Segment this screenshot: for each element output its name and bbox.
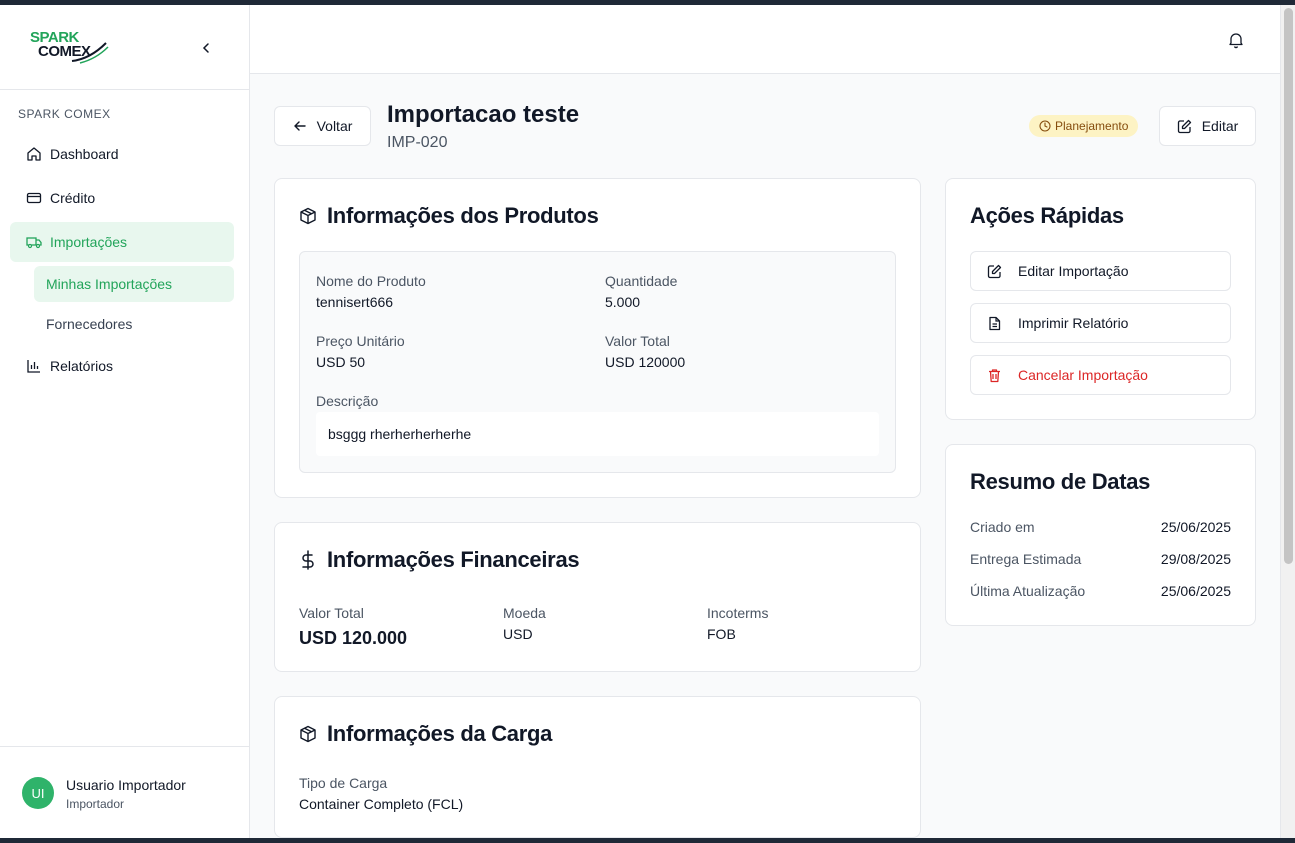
cancel-import-label: Cancelar Importação — [1018, 367, 1148, 383]
product-name-value: tennisert666 — [316, 294, 394, 310]
truck-icon — [26, 237, 42, 249]
app-window: SPARK COMEX SPARK COMEX Dashboard Crédit… — [0, 5, 1295, 838]
bar-chart-icon — [27, 360, 40, 373]
cargo-title-text: Informações da Carga — [327, 721, 553, 746]
finance-total-value: USD 120.000 — [299, 628, 408, 648]
scroll-thumb[interactable] — [1284, 8, 1293, 564]
sidebar-item-credito[interactable]: Crédito — [10, 178, 234, 218]
products-title-text: Informações dos Produtos — [327, 203, 599, 228]
package-icon — [300, 725, 316, 743]
notifications-button[interactable] — [1226, 30, 1246, 50]
total-value: USD 120000 — [605, 354, 686, 370]
created-value: 25/06/2025 — [1160, 519, 1231, 535]
top-bar — [250, 5, 1280, 74]
product-name-label: Nome do Produto — [316, 273, 426, 289]
print-report-button[interactable]: Imprimir Relatório — [970, 303, 1231, 343]
dates-title: Resumo de Datas — [970, 469, 1151, 494]
cargo-type-label: Tipo de Carga — [299, 775, 388, 791]
finance-title-text: Informações Financeiras — [327, 547, 580, 572]
dates-card: Resumo de Datas Criado em 25/06/2025 Ent… — [945, 444, 1256, 626]
created-label: Criado em — [970, 519, 1035, 535]
products-card: Informações dos Produtos Nome do Produto… — [274, 178, 921, 498]
finance-total-label: Valor Total — [299, 605, 364, 621]
edit-icon — [1177, 119, 1191, 133]
updated-date-row: Última Atualização 25/06/2025 — [970, 583, 1231, 599]
user-profile[interactable]: UI Usuario Importador Importador — [0, 746, 250, 838]
import-code: IMP-020 — [387, 134, 448, 151]
avatar: UI — [22, 777, 54, 809]
quick-actions-title: Ações Rápidas — [970, 203, 1124, 228]
bell-icon — [1229, 33, 1243, 49]
scrollbar[interactable] — [1280, 5, 1295, 838]
chevron-left-icon — [202, 43, 209, 53]
collapse-sidebar-button[interactable] — [196, 38, 216, 58]
delivery-label: Entrega Estimada — [970, 551, 1082, 567]
back-button[interactable]: Voltar — [274, 106, 371, 146]
sidebar-item-dashboard[interactable]: Dashboard — [10, 134, 234, 174]
created-date-row: Criado em 25/06/2025 — [970, 519, 1231, 535]
delivery-date-row: Entrega Estimada 29/08/2025 — [970, 551, 1231, 567]
sidebar-item-importacoes[interactable]: Importações — [10, 222, 234, 262]
package-icon — [300, 207, 316, 225]
product-details: Nome do Produto tennisert666 Quantidade … — [299, 251, 896, 473]
quantity-label: Quantidade — [605, 273, 678, 289]
finance-card: Informações Financeiras Valor Total USD … — [274, 522, 921, 672]
arrow-left-icon — [293, 121, 306, 131]
dollar-icon — [302, 550, 314, 570]
edit-icon — [987, 264, 1002, 278]
edit-button-label: Editar — [1201, 118, 1239, 134]
description-value: bsggg rherherherherhe — [316, 412, 879, 456]
products-card-title: Informações dos Produtos — [299, 203, 599, 229]
edit-import-label: Editar Importação — [1018, 263, 1129, 279]
back-button-label: Voltar — [316, 118, 353, 134]
sidebar: SPARK COMEX SPARK COMEX Dashboard Crédit… — [0, 5, 250, 838]
unit-price-value: USD 50 — [316, 354, 366, 370]
updated-value: 25/06/2025 — [1160, 583, 1231, 599]
sidebar-item-label: Relatórios — [50, 358, 114, 374]
credit-card-icon — [26, 192, 42, 204]
updated-label: Última Atualização — [970, 583, 1086, 599]
currency-label: Moeda — [503, 605, 546, 621]
delivery-value: 29/08/2025 — [1160, 551, 1231, 567]
logo-area: SPARK COMEX — [0, 5, 249, 90]
cargo-card-title: Informações da Carga — [299, 721, 552, 747]
file-text-icon — [989, 316, 1001, 330]
cargo-type-value: Container Completo (FCL) — [299, 796, 464, 812]
description-label: Descrição — [316, 393, 379, 409]
sidebar-subitem-fornecedores[interactable]: Fornecedores — [34, 306, 234, 342]
cancel-import-button[interactable]: Cancelar Importação — [970, 355, 1231, 395]
sidebar-item-label: Crédito — [50, 190, 96, 206]
sidebar-item-relatorios[interactable]: Relatórios — [10, 346, 234, 386]
edit-import-button[interactable]: Editar Importação — [970, 251, 1231, 291]
quantity-value: 5.000 — [605, 294, 641, 310]
print-report-label: Imprimir Relatório — [1018, 315, 1129, 331]
cargo-card: Informações da Carga Tipo de Carga Conta… — [274, 696, 921, 838]
status-badge: Planejamento — [1029, 115, 1139, 137]
total-value-label: Valor Total — [605, 333, 670, 349]
sidebar-section-title: SPARK COMEX — [18, 107, 111, 121]
home-icon — [27, 147, 41, 161]
brand-logo[interactable]: SPARK COMEX — [30, 30, 112, 65]
quick-actions-card: Ações Rápidas Editar Importação Imprimir… — [945, 178, 1256, 420]
incoterms-value: FOB — [707, 626, 736, 642]
sidebar-item-label: Dashboard — [50, 146, 119, 162]
status-badge-label: Planejamento — [1055, 119, 1129, 133]
incoterms-label: Incoterms — [707, 605, 769, 621]
unit-price-label: Preço Unitário — [316, 333, 405, 349]
sidebar-nav: Dashboard Crédito Importações Minhas Imp… — [10, 134, 234, 390]
sidebar-item-label: Importações — [50, 234, 128, 250]
edit-button[interactable]: Editar — [1159, 106, 1256, 146]
user-role: Importador — [66, 797, 125, 811]
trash-icon — [989, 368, 1000, 382]
brand-swoosh-icon — [71, 42, 109, 64]
finance-card-title: Informações Financeiras — [299, 547, 580, 573]
page-title: Importacao teste — [387, 101, 580, 128]
user-name: Usuario Importador — [66, 777, 186, 793]
sidebar-subitem-minhas-importacoes[interactable]: Minhas Importações — [34, 266, 234, 302]
currency-value: USD — [503, 626, 533, 642]
clock-icon — [1039, 120, 1051, 132]
